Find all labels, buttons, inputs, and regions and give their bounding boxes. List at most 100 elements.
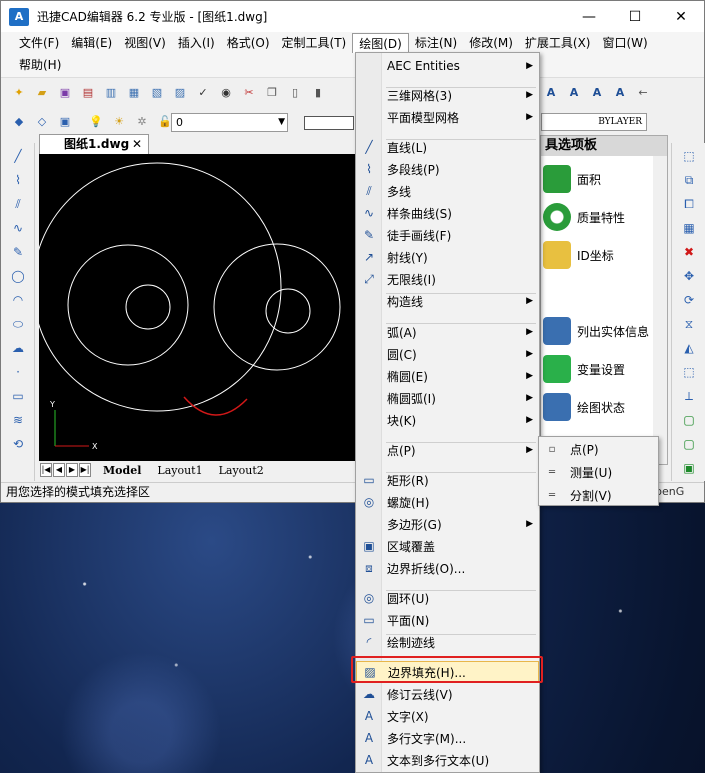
next-layout-icon[interactable]: ▶ — [66, 463, 78, 477]
undo-icon[interactable]: ← — [633, 83, 653, 103]
spline-tool-icon[interactable]: ∿ — [6, 217, 30, 239]
paste-icon[interactable]: ▯ — [285, 83, 305, 103]
array-tool-icon[interactable]: ▦ — [677, 217, 701, 239]
draw-menu-item[interactable]: 圆(C) ▶ — [356, 343, 539, 365]
draw-menu-item[interactable]: 三维网格(3) ▶ — [356, 84, 539, 106]
text-style-icon[interactable]: A — [541, 83, 561, 103]
break-tool-icon[interactable]: ▢ — [677, 433, 701, 455]
menu-custom-tools[interactable]: 定制工具(T) — [276, 33, 353, 53]
find-icon[interactable]: ◉ — [216, 83, 236, 103]
menu-window[interactable]: 窗口(W) — [597, 33, 654, 53]
palette-item-list[interactable]: 列出实体信息 — [543, 314, 653, 348]
join-tool-icon[interactable]: ▣ — [677, 457, 701, 479]
menu-help[interactable]: 帮助(H) — [13, 55, 67, 75]
draw-menu-item[interactable]: A 文字(X) — [356, 705, 539, 727]
rectangle-tool-icon[interactable]: ▭ — [6, 385, 30, 407]
draw-menu-item[interactable]: 椭圆(E) ▶ — [356, 365, 539, 387]
ellipse-tool-icon[interactable]: ⬭ — [6, 313, 30, 335]
polyline-tool-icon[interactable]: ⌇ — [6, 169, 30, 191]
offset-tool-icon[interactable]: ⧠ — [677, 193, 701, 215]
text-align-icon[interactable]: A — [587, 83, 607, 103]
print-preview-icon[interactable]: ▦ — [124, 83, 144, 103]
print-icon[interactable]: ▥ — [101, 83, 121, 103]
draw-menu-item[interactable]: ◜ 绘制迹线 — [356, 631, 539, 653]
point-submenu-item[interactable]: ▫ 点(P) — [539, 438, 658, 460]
extend-tool-icon[interactable]: ▢ — [677, 409, 701, 431]
freehand-tool-icon[interactable]: ✎ — [6, 241, 30, 263]
palette-scrollbar[interactable] — [653, 156, 667, 464]
paste-special-icon[interactable]: ▮ — [308, 83, 328, 103]
draw-menu-item[interactable]: ▭ 矩形(R) — [356, 469, 539, 491]
copy-icon[interactable]: ❐ — [262, 83, 282, 103]
draw-menu-item[interactable]: 平面模型网格 ▶ — [356, 106, 539, 128]
menu-modify[interactable]: 修改(M) — [463, 33, 519, 53]
close-button[interactable]: ✕ — [658, 1, 704, 32]
draw-menu-item[interactable]: ╱ 直线(L) — [356, 136, 539, 158]
delete-icon[interactable]: ✖ — [677, 241, 701, 263]
circle-tool-icon[interactable]: ◯ — [6, 265, 30, 287]
palette-item-area[interactable]: 面积 — [543, 162, 653, 196]
point-submenu-item[interactable]: ═ 测量(U) — [539, 461, 658, 483]
spellcheck-icon[interactable]: ✓ — [193, 83, 213, 103]
text-edit-icon[interactable]: A — [564, 83, 584, 103]
layers-icon[interactable]: ◆ — [9, 112, 29, 132]
rotate-tool-icon[interactable]: ⟳ — [677, 289, 701, 311]
tab-layout1[interactable]: Layout1 — [153, 464, 206, 477]
stretch-tool-icon[interactable]: ⬚ — [677, 361, 701, 383]
draw-menu-item[interactable]: ⧈ 边界折线(O)... — [356, 557, 539, 579]
palette-item-mass[interactable]: 质量特性 — [543, 200, 653, 234]
publish-icon[interactable]: ▨ — [170, 83, 190, 103]
drawing-canvas[interactable]: Y X — [32, 154, 356, 461]
move-tool-icon[interactable]: ✥ — [677, 265, 701, 287]
layer-select[interactable]: 0 ▼ — [171, 113, 288, 132]
layer-on-bulb-icon[interactable]: 💡 — [86, 112, 106, 132]
menu-ext-tools[interactable]: 扩展工具(X) — [519, 33, 597, 53]
draw-menu-item[interactable]: 弧(A) ▶ — [356, 321, 539, 343]
erase-tool-icon[interactable]: ⬚ — [677, 145, 701, 167]
layer-previous-icon[interactable]: ◇ — [32, 112, 52, 132]
draw-menu-item[interactable]: 块(K) ▶ — [356, 409, 539, 431]
layer-freeze-sun-icon[interactable]: ☀ — [109, 112, 129, 132]
tab-layout2[interactable]: Layout2 — [215, 464, 268, 477]
menu-dimension[interactable]: 标注(N) — [409, 33, 463, 53]
new-file-icon[interactable]: ✦ — [9, 83, 29, 103]
draw-menu-item[interactable]: ✎ 徒手画线(F) — [356, 224, 539, 246]
layer-viewport-icon[interactable]: ✲ — [132, 112, 152, 132]
helix-tool-icon[interactable]: ≋ — [6, 409, 30, 431]
first-layout-icon[interactable]: |◀ — [40, 463, 52, 477]
document-tab[interactable]: 图纸1.dwg ✕ — [39, 134, 149, 154]
menu-draw[interactable]: 绘图(D) — [352, 33, 409, 53]
draw-menu-item[interactable]: ⫽ 多线 — [356, 180, 539, 202]
copy-tool-icon[interactable]: ⧉ — [677, 169, 701, 191]
menu-format[interactable]: 格式(O) — [221, 33, 276, 53]
draw-menu-item[interactable]: ◎ 螺旋(H) — [356, 491, 539, 513]
point-tool-icon[interactable]: · — [6, 361, 30, 383]
cut-icon[interactable]: ✂ — [239, 83, 259, 103]
palette-item-vars[interactable]: 变量设置 — [543, 352, 653, 386]
prev-layout-icon[interactable]: ◀ — [53, 463, 65, 477]
draw-menu-item[interactable]: ▭ 平面(N) — [356, 609, 539, 631]
refresh-icon[interactable]: ⟲ — [6, 433, 30, 455]
text-scale-icon[interactable]: A — [610, 83, 630, 103]
close-icon[interactable]: ✕ — [132, 135, 142, 153]
menu-edit[interactable]: 编辑(E) — [65, 33, 118, 53]
last-layout-icon[interactable]: ▶| — [79, 463, 91, 477]
trim-tool-icon[interactable]: ⟂ — [677, 385, 701, 407]
scale-tool-icon[interactable]: ◭ — [677, 337, 701, 359]
draw-menu-item[interactable]: 多边形(G) ▶ — [356, 513, 539, 535]
menu-file[interactable]: 文件(F) — [13, 33, 65, 53]
draw-menu-item[interactable]: AEC Entities ▶ — [356, 55, 539, 77]
open-folder-icon[interactable]: ▰ — [32, 83, 52, 103]
draw-menu-item[interactable]: ∿ 样条曲线(S) — [356, 202, 539, 224]
plot-icon[interactable]: ▧ — [147, 83, 167, 103]
layer-state-icon[interactable]: ▣ — [55, 112, 75, 132]
draw-menu-item[interactable]: A 多行文字(M)... — [356, 727, 539, 749]
draw-menu-item[interactable]: ⌇ 多段线(P) — [356, 158, 539, 180]
menu-insert[interactable]: 插入(I) — [172, 33, 221, 53]
revcloud-tool-icon[interactable]: ☁ — [6, 337, 30, 359]
menu-view[interactable]: 视图(V) — [118, 33, 172, 53]
tab-model[interactable]: Model — [99, 464, 145, 477]
draw-menu-item[interactable]: 构造线 ▶ — [356, 290, 539, 312]
multiline-tool-icon[interactable]: ⫽ — [6, 193, 30, 215]
linetype-preview[interactable] — [304, 116, 354, 130]
